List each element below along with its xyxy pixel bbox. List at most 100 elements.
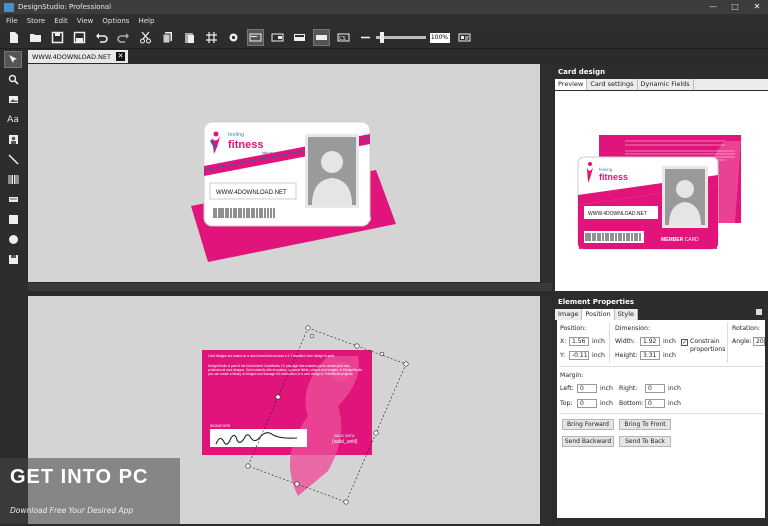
margin-left-unit: inch	[600, 385, 613, 392]
card-front-view-icon[interactable]	[247, 29, 264, 46]
valid-label: VALID UNTIL	[334, 434, 355, 438]
card-design-title: Card design	[555, 66, 768, 79]
new-file-icon[interactable]	[5, 29, 22, 46]
tab-preview[interactable]: Preview	[555, 79, 588, 90]
magstripe-tool-icon[interactable]	[4, 191, 22, 208]
bring-forward-button[interactable]: Bring Forward	[562, 419, 614, 430]
send-to-back-button[interactable]: Send To Back	[619, 436, 671, 447]
rectangle-tool-icon[interactable]	[4, 211, 22, 228]
menu-options[interactable]: Options	[102, 17, 129, 25]
top-canvas-vscrollbar[interactable]	[541, 64, 552, 283]
card-back-paragraph2-container: DesignStudio is part of the full-feature…	[208, 364, 362, 376]
save-as-icon[interactable]	[71, 29, 88, 46]
name-value: WWW.4DOWNLOAD.NET	[216, 190, 287, 196]
zoom-slider[interactable]	[376, 32, 426, 43]
width-input[interactable]: 1.92	[640, 337, 660, 346]
copy-icon[interactable]	[159, 29, 176, 46]
tab-style[interactable]: Style	[614, 309, 638, 320]
x-input[interactable]: 1.56	[569, 337, 589, 346]
save-icon[interactable]	[49, 29, 66, 46]
zoom-slider-knob[interactable]	[380, 32, 384, 43]
stamp-icon[interactable]: CS	[335, 29, 352, 46]
menu-help[interactable]: Help	[138, 17, 154, 25]
margin-left-input[interactable]: 0	[577, 384, 597, 393]
image-tool-icon[interactable]	[4, 91, 22, 108]
grid-icon[interactable]	[203, 29, 220, 46]
save-card-tool-icon[interactable]	[4, 251, 22, 268]
maximize-button[interactable]: □	[724, 0, 746, 14]
bring-to-front-button[interactable]: Bring To Front	[619, 419, 671, 430]
margin-right-label: Right:	[619, 385, 638, 392]
x-label: X:	[560, 338, 567, 345]
app-icon	[4, 2, 14, 12]
layout-view-icon[interactable]	[313, 29, 330, 46]
y-input[interactable]: -0.11	[569, 351, 589, 360]
brand-tag: with us	[262, 151, 273, 155]
send-backward-button[interactable]: Send Backward	[562, 436, 614, 447]
title-bar: DesignStudio: Professional — □ ✕	[0, 0, 768, 14]
line-tool-icon[interactable]	[4, 151, 22, 168]
margin-right-input[interactable]: 0	[645, 384, 665, 393]
ellipse-tool-icon[interactable]	[4, 231, 22, 248]
text-tool-icon[interactable]: Aa	[4, 111, 22, 128]
bottom-canvas-vscrollbar[interactable]	[541, 296, 552, 524]
element-properties-title: Element Properties	[555, 296, 768, 309]
barcode-tool-icon[interactable]	[4, 171, 22, 188]
card-front-canvas[interactable]: feeling fitness with us NAME WWW.4DOWNLO…	[28, 64, 540, 282]
tab-image[interactable]: Image	[555, 309, 583, 320]
photo-head	[321, 151, 343, 173]
width-label: Width:	[615, 338, 636, 345]
minimize-button[interactable]: —	[702, 0, 724, 14]
x-unit: inch	[592, 338, 605, 345]
tab-position[interactable]: Position	[582, 309, 615, 320]
divider	[727, 323, 728, 363]
svg-text:MEMBER CARD: MEMBER CARD	[326, 217, 372, 223]
y-unit: inch	[592, 352, 605, 359]
member-rest: CARD	[353, 217, 372, 223]
height-input[interactable]: 3.31	[640, 351, 660, 360]
document-tab[interactable]: WWW.4DOWNLOAD.NET ✕	[28, 50, 128, 63]
preview-member-rest: CARD	[683, 237, 699, 243]
height-unit: inch	[663, 352, 676, 359]
card-front-svg: feeling fitness with us NAME WWW.4DOWNLO…	[191, 121, 396, 262]
tab-card-settings[interactable]: Card settings	[587, 79, 638, 90]
card-back-view-icon[interactable]	[269, 29, 286, 46]
undo-icon[interactable]	[93, 29, 110, 46]
cut-icon[interactable]	[137, 29, 154, 46]
gear-icon[interactable]	[225, 29, 242, 46]
constrain-checkbox[interactable]: ✓	[681, 339, 688, 346]
zoom-value[interactable]: 100%	[430, 32, 450, 43]
open-folder-icon[interactable]	[27, 29, 44, 46]
member-bold: MEMBER	[326, 217, 353, 223]
pin-icon[interactable]	[756, 309, 762, 315]
top-canvas-hscrollbar[interactable]	[28, 283, 552, 291]
margin-label: Margin:	[560, 372, 584, 379]
preview-brand: fitness	[599, 172, 628, 182]
preview-member-bold: MEMBER	[661, 237, 684, 243]
fit-card-icon[interactable]	[456, 29, 473, 46]
tab-dynamic-fields[interactable]: Dynamic Fields	[638, 79, 694, 90]
paste-icon[interactable]	[181, 29, 198, 46]
card-both-view-icon[interactable]	[291, 29, 308, 46]
zoom-tool-icon[interactable]	[4, 71, 22, 88]
height-label: Height:	[615, 352, 638, 359]
card-back: Card designs are based on a new format t…	[202, 350, 372, 496]
margin-top-unit: inch	[600, 400, 613, 407]
margin-right-unit: inch	[668, 385, 681, 392]
menu-view[interactable]: View	[77, 17, 94, 25]
menu-file[interactable]: File	[6, 17, 18, 25]
zoom-out-icon[interactable]	[357, 29, 374, 46]
margin-bottom-input[interactable]: 0	[645, 399, 665, 408]
menu-store[interactable]: Store	[27, 17, 46, 25]
menu-edit[interactable]: Edit	[54, 17, 68, 25]
photo-tool-icon[interactable]	[4, 131, 22, 148]
close-tab-icon[interactable]: ✕	[116, 52, 125, 61]
select-tool-icon[interactable]	[4, 51, 22, 68]
margin-top-input[interactable]: 0	[577, 399, 597, 408]
angle-input[interactable]: 20.	[753, 337, 766, 346]
element-properties-tabs: Image Position Style	[555, 309, 638, 320]
margin-top-label: Top:	[560, 400, 573, 407]
document-tab-label: WWW.4DOWNLOAD.NET	[32, 52, 111, 61]
redo-icon[interactable]	[115, 29, 132, 46]
close-window-button[interactable]: ✕	[746, 0, 768, 14]
